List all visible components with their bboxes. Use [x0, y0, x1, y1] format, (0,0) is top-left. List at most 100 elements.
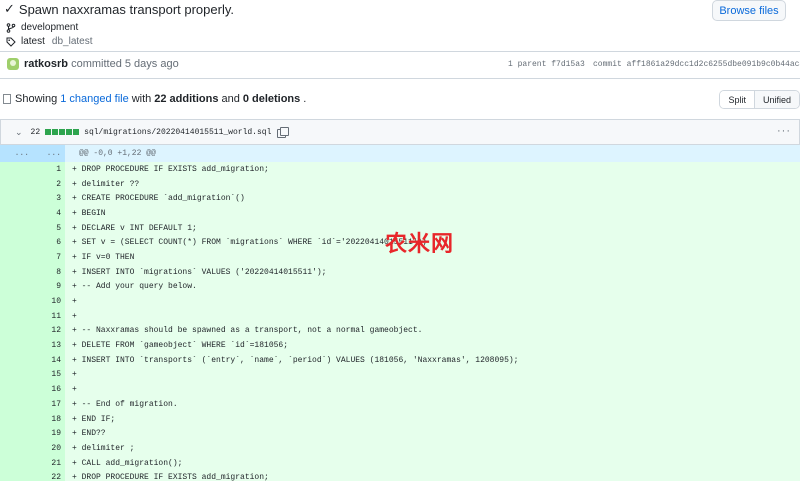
parent-sha-link[interactable]: f7d15a3 [551, 60, 585, 69]
old-line-number[interactable] [0, 338, 33, 353]
diff-line-code: + [72, 385, 77, 395]
author-row: ratkosrb committed 5 days ago 1 parent f… [0, 52, 800, 79]
split-view-button[interactable]: Split [720, 91, 754, 108]
file-change-count: 22 [30, 127, 41, 137]
commit-header: ✓ Spawn naxxramas transport properly. Br… [0, 0, 800, 52]
new-line-number[interactable]: 21 [33, 455, 65, 471]
diff-line-code: + END?? [72, 429, 106, 439]
copy-icon[interactable] [277, 127, 290, 138]
diff-line-row: 1 + DROP PROCEDURE IF EXISTS add_migratio… [0, 162, 800, 177]
old-line-number[interactable] [0, 191, 33, 207]
diff-line-code: + -- End of migration. [72, 399, 178, 409]
diff-line-row: 18 + END IF; [0, 411, 800, 427]
new-line-number[interactable]: 13 [33, 338, 65, 353]
new-line-number[interactable]: 1 [33, 162, 65, 177]
old-line-number[interactable] [0, 206, 33, 221]
old-line-number[interactable] [0, 426, 33, 442]
old-line-number[interactable] [0, 250, 33, 265]
watermark-logo: 农米网 [385, 232, 455, 257]
tag-link-db-latest[interactable]: db_latest [52, 36, 93, 47]
old-line-number[interactable] [0, 220, 33, 236]
diff-line-row: 13 + DELETE FROM `gameobject` WHERE `id`=… [0, 338, 800, 353]
author-link[interactable]: ratkosrb [24, 58, 68, 70]
diff-line-code: + CALL add_migration(); [72, 458, 183, 468]
hunk-header: @@ -0,0 +1,22 @@ [79, 149, 156, 158]
tag-link-latest[interactable]: latest [21, 36, 45, 47]
old-line-number[interactable] [0, 367, 33, 383]
check-icon: ✓ [4, 1, 15, 16]
old-line-number[interactable] [0, 162, 33, 177]
old-line-number[interactable] [0, 411, 33, 427]
summary-and: and [221, 93, 240, 105]
new-line-number[interactable]: 20 [33, 441, 65, 456]
old-line-number[interactable] [0, 264, 33, 280]
new-line-number[interactable]: 2 [33, 176, 65, 192]
new-line-number[interactable]: 22 [33, 470, 65, 481]
diff-line-row: 16 + [0, 382, 800, 397]
old-line-number[interactable] [0, 352, 33, 368]
commit-label: commit [593, 60, 622, 69]
new-line-number[interactable]: 7 [33, 250, 65, 265]
new-line-number[interactable]: 10 [33, 294, 65, 309]
old-line-number[interactable] [0, 308, 33, 324]
diff-line-code: + DROP PROCEDURE IF EXISTS add_migration… [72, 164, 269, 174]
old-line-number[interactable] [0, 279, 33, 295]
diff-lines: 1 + DROP PROCEDURE IF EXISTS add_migratio… [0, 162, 800, 481]
diff-line-row: 4 + BEGIN [0, 206, 800, 221]
git-branch-icon [6, 22, 16, 33]
browse-files-button[interactable]: Browse files [712, 0, 786, 21]
new-line-number[interactable]: 14 [33, 352, 65, 368]
new-line-number[interactable]: 6 [33, 235, 65, 251]
commit-sha: aff1861a29dcc1d2c6255dbe091b9c0b44ac4bfc [626, 60, 800, 69]
new-line-number[interactable]: 17 [33, 397, 65, 412]
old-line-number[interactable] [0, 470, 33, 481]
branch-link[interactable]: development [21, 22, 78, 33]
parent-info: 1 parent f7d15a3 [508, 60, 585, 69]
diffstat-block [59, 129, 66, 135]
diff-line-row: 22 + DROP PROCEDURE IF EXISTS add_migrati… [0, 470, 800, 481]
old-line-number[interactable] [0, 294, 33, 309]
diff-line-row: 14 + INSERT INTO `transports` (`entry`, `… [0, 352, 800, 368]
diff-line-row: 3 + CREATE PROCEDURE `add_migration`() [0, 191, 800, 207]
expand-down-button[interactable]: ... [33, 145, 65, 162]
tag-icon [6, 37, 16, 47]
new-line-number[interactable]: 15 [33, 367, 65, 383]
diff-line-code: + END IF; [72, 414, 116, 424]
diff-line-code: + CREATE PROCEDURE `add_migration`() [72, 194, 245, 204]
diff-line-row: 21 + CALL add_migration(); [0, 455, 800, 471]
new-line-number[interactable]: 12 [33, 323, 65, 339]
changed-files-link[interactable]: 1 changed file [60, 93, 129, 105]
old-line-number[interactable] [0, 441, 33, 456]
file-path-link[interactable]: sql/migrations/20220414015511_world.sql [84, 128, 271, 137]
new-line-number[interactable]: 19 [33, 426, 65, 442]
old-line-number[interactable] [0, 397, 33, 412]
chevron-down-icon[interactable]: ⌄ [15, 127, 23, 138]
new-line-number[interactable]: 4 [33, 206, 65, 221]
diff-line-row: 17 + -- End of migration. [0, 397, 800, 412]
diff-line-code: + delimiter ; [72, 443, 135, 453]
old-line-number[interactable] [0, 176, 33, 192]
new-line-number[interactable]: 8 [33, 264, 65, 280]
new-line-number[interactable]: 11 [33, 308, 65, 324]
avatar[interactable] [7, 58, 19, 70]
old-line-number[interactable] [0, 455, 33, 471]
new-line-number[interactable]: 16 [33, 382, 65, 397]
diff-line-code: + delimiter ?? [72, 179, 140, 189]
diffstat-bar [45, 129, 80, 135]
diff-line-row: 11 + [0, 308, 800, 324]
expand-up-button[interactable]: ... [0, 145, 33, 162]
deletions-count: 0 deletions [242, 93, 301, 105]
new-line-number[interactable]: 3 [33, 191, 65, 207]
unified-view-button[interactable]: Unified [753, 91, 799, 108]
new-line-number[interactable]: 18 [33, 411, 65, 427]
old-line-number[interactable] [0, 382, 33, 397]
old-line-number[interactable] [0, 323, 33, 339]
diff-line-code: + DROP PROCEDURE IF EXISTS add_migration… [72, 473, 269, 481]
old-line-number[interactable] [0, 235, 33, 251]
diff-line-code: + DECLARE v INT DEFAULT 1; [72, 223, 197, 233]
file-header: ⌄ 22 sql/migrations/20220414015511_world… [0, 119, 800, 145]
committed-time: committed 5 days ago [71, 58, 179, 70]
new-line-number[interactable]: 5 [33, 220, 65, 236]
kebab-menu-icon[interactable]: ··· [777, 125, 791, 137]
new-line-number[interactable]: 9 [33, 279, 65, 295]
